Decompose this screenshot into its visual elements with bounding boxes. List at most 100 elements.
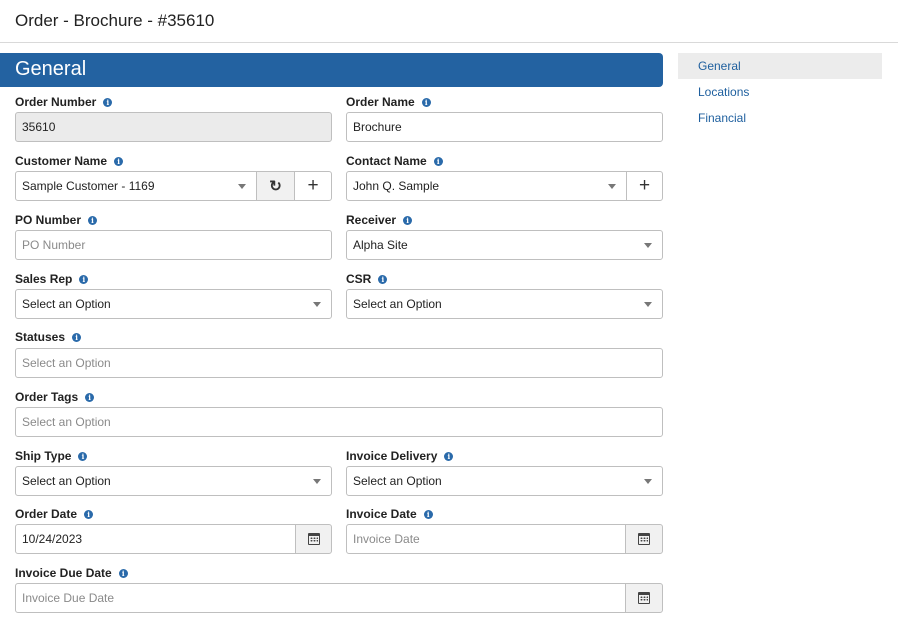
invoice-delivery-label: Invoice Delivery i <box>346 448 454 464</box>
info-icon[interactable]: i <box>421 97 431 107</box>
info-icon[interactable]: i <box>433 156 443 166</box>
invoice-due-date-placeholder: Invoice Due Date <box>22 591 115 605</box>
receiver-select[interactable]: Alpha Site <box>346 230 663 260</box>
ship-type-label-text: Ship Type <box>15 449 72 463</box>
order-tags-label: Order Tags i <box>15 389 95 405</box>
order-name-value: Brochure <box>353 120 402 134</box>
order-date-picker-button[interactable] <box>295 524 332 554</box>
info-icon[interactable]: i <box>114 156 124 166</box>
customer-name-label: Customer Name i <box>15 153 124 169</box>
invoice-date-label: Invoice Date i <box>346 506 433 522</box>
invoice-date-picker-button[interactable] <box>625 524 663 554</box>
order-tags-multiselect[interactable]: Select an Option <box>15 407 663 437</box>
refresh-icon: ↻ <box>269 178 282 195</box>
refresh-customer-button[interactable]: ↻ <box>256 171 295 201</box>
order-date-label-text: Order Date <box>15 507 78 521</box>
info-icon[interactable]: i <box>118 568 128 578</box>
plus-icon: + <box>307 175 319 196</box>
invoice-date-label-text: Invoice Date <box>346 507 417 521</box>
nav-item-locations[interactable]: Locations <box>678 79 882 105</box>
receiver-label-text: Receiver <box>346 213 397 227</box>
statuses-label: Statuses i <box>15 329 82 345</box>
contact-name-label: Contact Name i <box>346 153 443 169</box>
sales-rep-label-text: Sales Rep <box>15 272 73 286</box>
add-customer-button[interactable]: + <box>294 171 332 201</box>
csr-value: Select an Option <box>353 297 442 311</box>
info-icon[interactable]: i <box>85 392 95 402</box>
info-icon[interactable]: i <box>423 509 433 519</box>
order-date-input[interactable]: 10/24/2023 <box>15 524 296 554</box>
ship-type-select[interactable]: Select an Option <box>15 466 332 496</box>
order-number-field: 35610 <box>15 112 332 142</box>
invoice-delivery-value: Select an Option <box>353 474 442 488</box>
add-contact-button[interactable]: + <box>626 171 663 201</box>
order-number-label-text: Order Number <box>15 95 97 109</box>
chevron-down-icon <box>238 184 246 189</box>
chevron-down-icon <box>644 302 652 307</box>
order-name-input[interactable]: Brochure <box>346 112 663 142</box>
sales-rep-label: Sales Rep i <box>15 271 89 287</box>
section-bar-general: General <box>0 53 663 87</box>
invoice-due-date-picker-button[interactable] <box>625 583 663 613</box>
po-number-label-text: PO Number <box>15 213 82 227</box>
invoice-date-input[interactable]: Invoice Date <box>346 524 626 554</box>
invoice-due-date-label: Invoice Due Date i <box>15 565 128 581</box>
nav-item-general[interactable]: General <box>678 53 882 79</box>
info-icon[interactable]: i <box>72 332 82 342</box>
info-icon[interactable]: i <box>403 215 413 225</box>
contact-name-select[interactable]: John Q. Sample <box>346 171 627 201</box>
chevron-down-icon <box>644 243 652 248</box>
info-icon[interactable]: i <box>88 215 98 225</box>
order-number-value: 35610 <box>22 120 56 134</box>
info-icon[interactable]: i <box>79 274 89 284</box>
order-tags-placeholder: Select an Option <box>22 415 111 429</box>
contact-name-label-text: Contact Name <box>346 154 427 168</box>
calendar-icon <box>307 533 320 545</box>
csr-label-text: CSR <box>346 272 372 286</box>
customer-name-label-text: Customer Name <box>15 154 108 168</box>
chevron-down-icon <box>644 479 652 484</box>
calendar-icon <box>638 533 650 545</box>
chevron-down-icon <box>608 184 616 189</box>
statuses-label-text: Statuses <box>15 330 66 344</box>
receiver-value: Alpha Site <box>353 238 408 252</box>
customer-name-select[interactable]: Sample Customer - 1169 <box>15 171 257 201</box>
page-title: Order - Brochure - #35610 <box>15 11 215 30</box>
po-number-placeholder: PO Number <box>22 238 86 252</box>
sales-rep-select[interactable]: Select an Option <box>15 289 332 319</box>
invoice-due-date-input[interactable]: Invoice Due Date <box>15 583 626 613</box>
invoice-date-placeholder: Invoice Date <box>353 532 420 546</box>
invoice-delivery-select[interactable]: Select an Option <box>346 466 663 496</box>
plus-icon: + <box>638 175 651 196</box>
info-icon[interactable]: i <box>78 451 88 461</box>
info-icon[interactable]: i <box>103 97 113 107</box>
order-date-value: 10/24/2023 <box>22 532 83 546</box>
chevron-down-icon <box>313 302 321 307</box>
order-tags-label-text: Order Tags <box>15 390 79 404</box>
po-number-label: PO Number i <box>15 212 98 228</box>
receiver-label: Receiver i <box>346 212 413 228</box>
section-title: General <box>15 58 87 80</box>
section-nav: General Locations Financial <box>678 53 882 131</box>
invoice-due-date-label-text: Invoice Due Date <box>15 566 112 580</box>
info-icon[interactable]: i <box>444 451 454 461</box>
page-header: Order - Brochure - #35610 <box>0 0 898 43</box>
statuses-multiselect[interactable]: Select an Option <box>15 348 663 378</box>
statuses-placeholder: Select an Option <box>22 356 111 370</box>
invoice-delivery-label-text: Invoice Delivery <box>346 449 438 463</box>
po-number-input[interactable]: PO Number <box>15 230 332 260</box>
chevron-down-icon <box>313 479 321 484</box>
ship-type-label: Ship Type i <box>15 448 88 464</box>
csr-select[interactable]: Select an Option <box>346 289 663 319</box>
order-name-label-text: Order Name <box>346 95 415 109</box>
ship-type-value: Select an Option <box>22 474 111 488</box>
info-icon[interactable]: i <box>84 509 94 519</box>
calendar-icon <box>638 592 650 604</box>
csr-label: CSR i <box>346 271 388 287</box>
info-icon[interactable]: i <box>378 274 388 284</box>
contact-name-value: John Q. Sample <box>353 179 440 193</box>
order-number-label: Order Number i <box>15 94 113 110</box>
sales-rep-value: Select an Option <box>22 297 111 311</box>
order-name-label: Order Name i <box>346 94 431 110</box>
nav-item-financial[interactable]: Financial <box>678 105 882 131</box>
